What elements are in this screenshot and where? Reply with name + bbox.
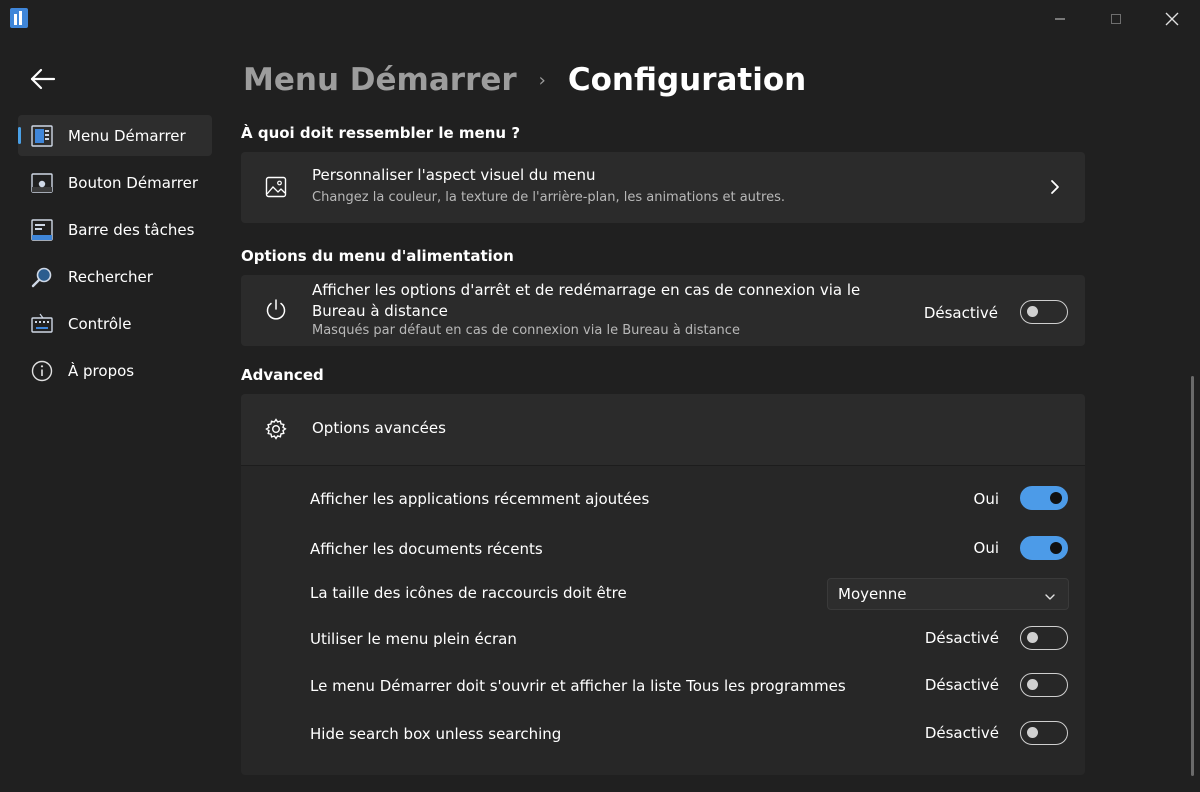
settings-window: Menu Démarrer Bouton Démarrer Barre des … bbox=[0, 0, 1200, 792]
power-icon bbox=[263, 297, 289, 323]
recent-docs-toggle[interactable] bbox=[1020, 536, 1068, 560]
fullscreen-menu-toggle[interactable] bbox=[1020, 626, 1068, 650]
advanced-options-panel: Afficher les applications récemment ajou… bbox=[241, 465, 1085, 775]
card-title-line1: Afficher les options d'arrêt et de redém… bbox=[312, 281, 861, 299]
start-menu-icon bbox=[30, 124, 54, 148]
sidebar-item-label: Barre des tâches bbox=[68, 220, 195, 239]
start-button-icon bbox=[30, 171, 54, 195]
sidebar-nav: Menu Démarrer Bouton Démarrer Barre des … bbox=[18, 115, 212, 397]
gear-icon bbox=[263, 416, 289, 442]
card-description: Changez la couleur, la texture de l'arri… bbox=[312, 190, 785, 205]
advanced-options-expander[interactable]: Options avancées bbox=[241, 394, 1085, 465]
back-arrow-icon bbox=[30, 68, 56, 90]
setting-label-icon-size: La taille des icônes de raccourcis doit … bbox=[310, 584, 627, 602]
setting-label-recent-apps: Afficher les applications récemment ajou… bbox=[310, 490, 650, 508]
sidebar-item-barre-des-taches[interactable]: Barre des tâches bbox=[18, 209, 212, 250]
sidebar-item-bouton-demarrer[interactable]: Bouton Démarrer bbox=[18, 162, 212, 203]
close-button[interactable] bbox=[1144, 0, 1200, 38]
toggle-state-label: Désactivé bbox=[924, 676, 999, 694]
recent-apps-toggle[interactable] bbox=[1020, 486, 1068, 510]
search-icon bbox=[30, 265, 54, 289]
info-icon bbox=[30, 359, 54, 383]
toggle-knob bbox=[1050, 492, 1062, 504]
sidebar-item-label: Menu Démarrer bbox=[68, 126, 186, 145]
toggle-state-label: Désactivé bbox=[924, 724, 999, 742]
sidebar-item-label: Bouton Démarrer bbox=[68, 173, 199, 192]
toggle-knob bbox=[1027, 632, 1038, 643]
sidebar-item-a-propos[interactable]: À propos bbox=[18, 350, 212, 391]
card-title: Afficher les options d'arrêt et de redém… bbox=[312, 280, 860, 322]
dropdown-selected-value: Moyenne bbox=[838, 585, 907, 603]
maximize-icon bbox=[1111, 14, 1121, 24]
power-options-toggle[interactable] bbox=[1020, 300, 1068, 324]
power-options-card: Afficher les options d'arrêt et de redém… bbox=[241, 275, 1085, 346]
sidebar-item-rechercher[interactable]: Rechercher bbox=[18, 256, 212, 297]
minimize-icon bbox=[1055, 18, 1065, 20]
breadcrumb-separator-icon: › bbox=[538, 69, 546, 91]
image-icon bbox=[263, 174, 289, 200]
toggle-state-label: Désactivé bbox=[923, 304, 998, 322]
close-icon bbox=[1165, 12, 1179, 26]
toggle-knob bbox=[1050, 542, 1062, 554]
page-title: Configuration bbox=[567, 62, 807, 98]
sidebar-item-label: Rechercher bbox=[68, 267, 153, 286]
toggle-knob bbox=[1027, 306, 1038, 317]
toggle-knob bbox=[1027, 727, 1038, 738]
sidebar-item-label: À propos bbox=[68, 361, 135, 380]
back-button[interactable] bbox=[26, 62, 60, 96]
sidebar-item-menu-demarrer[interactable]: Menu Démarrer bbox=[18, 115, 212, 156]
section-heading-power: Options du menu d'alimentation bbox=[241, 247, 514, 265]
title-bar bbox=[0, 0, 1200, 38]
section-heading-advanced: Advanced bbox=[241, 366, 324, 384]
vertical-scrollbar[interactable] bbox=[1191, 376, 1194, 776]
maximize-button[interactable] bbox=[1088, 0, 1144, 38]
app-logo-icon bbox=[10, 8, 28, 28]
hide-search-box-toggle[interactable] bbox=[1020, 721, 1068, 745]
minimize-button[interactable] bbox=[1032, 0, 1088, 38]
breadcrumb: Menu Démarrer › Configuration bbox=[243, 58, 806, 102]
sidebar-item-controle[interactable]: Contrôle bbox=[18, 303, 212, 344]
card-title-line2: Bureau à distance bbox=[312, 302, 448, 320]
chevron-right-icon bbox=[1049, 179, 1061, 199]
expander-title: Options avancées bbox=[312, 419, 446, 437]
chevron-down-icon bbox=[1044, 588, 1056, 606]
setting-label-hide-search: Hide search box unless searching bbox=[310, 725, 562, 743]
setting-label-recent-docs: Afficher les documents récents bbox=[310, 540, 543, 558]
keyboard-icon bbox=[30, 312, 54, 336]
breadcrumb-parent-link[interactable]: Menu Démarrer bbox=[243, 62, 517, 98]
icon-size-dropdown[interactable]: Moyenne bbox=[827, 578, 1069, 610]
all-programs-toggle[interactable] bbox=[1020, 673, 1068, 697]
setting-label-fullscreen: Utiliser le menu plein écran bbox=[310, 630, 517, 648]
customize-appearance-card[interactable]: Personnaliser l'aspect visuel du menu Ch… bbox=[241, 152, 1085, 223]
card-description: Masqués par défaut en cas de connexion v… bbox=[312, 323, 740, 338]
card-title: Personnaliser l'aspect visuel du menu bbox=[312, 166, 596, 184]
sidebar-item-label: Contrôle bbox=[68, 314, 132, 333]
toggle-state-label: Désactivé bbox=[924, 629, 999, 647]
setting-label-all-programs: Le menu Démarrer doit s'ouvrir et affich… bbox=[310, 677, 846, 695]
taskbar-icon bbox=[30, 218, 54, 242]
toggle-state-label: Oui bbox=[973, 539, 999, 557]
toggle-knob bbox=[1027, 679, 1038, 690]
section-heading-appearance: À quoi doit ressembler le menu ? bbox=[241, 124, 521, 142]
toggle-state-label: Oui bbox=[973, 490, 999, 508]
